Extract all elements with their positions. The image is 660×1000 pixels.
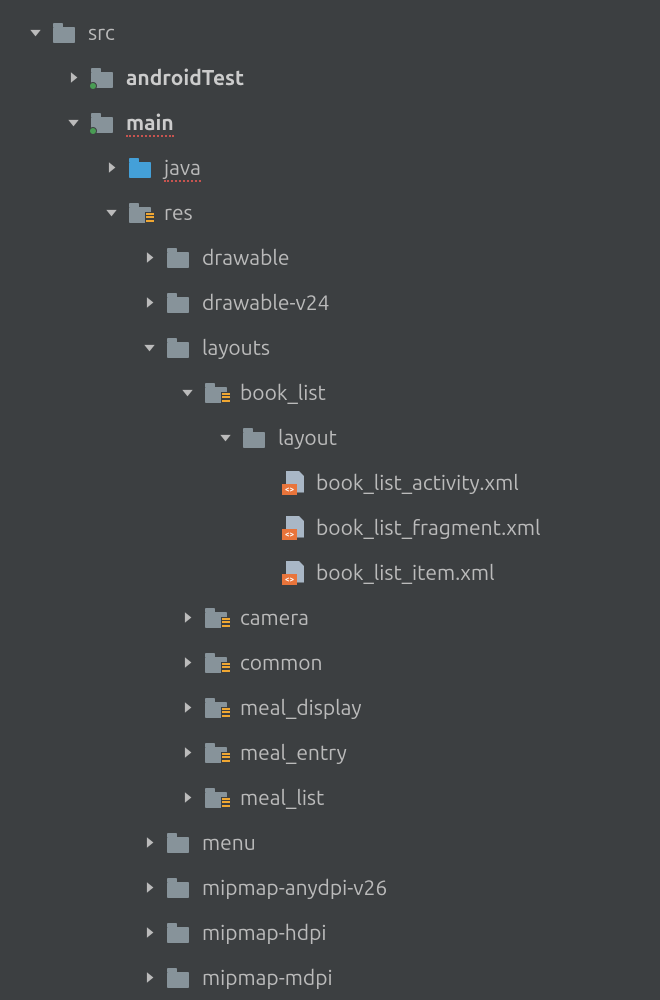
expand-arrow-right-icon[interactable] (138, 292, 160, 314)
tree-item-label: layout (278, 427, 337, 448)
expand-arrow-right-icon[interactable] (138, 877, 160, 899)
resource-folder-icon (128, 200, 154, 226)
resource-folder-icon (204, 740, 230, 766)
expand-arrow-right-icon[interactable] (176, 742, 198, 764)
expand-arrow-right-icon[interactable] (176, 652, 198, 674)
project-tree: src androidTest main java res drawable drawabl… (0, 10, 660, 1000)
folder-icon (166, 920, 192, 946)
arrow-placeholder (252, 517, 274, 539)
tree-item-label: meal_display (240, 697, 362, 718)
tree-item-label: mipmap-hdpi (202, 922, 326, 943)
tree-item[interactable]: meal_entry (0, 730, 660, 775)
expand-arrow-down-icon[interactable] (214, 427, 236, 449)
resource-folder-icon (204, 380, 230, 406)
tree-item-label: book_list_fragment.xml (316, 517, 541, 538)
tree-item-label: meal_list (240, 787, 324, 808)
expand-arrow-right-icon[interactable] (138, 247, 160, 269)
tree-item-label: drawable-v24 (202, 292, 329, 313)
expand-arrow-right-icon[interactable] (62, 67, 84, 89)
tree-item[interactable]: main (0, 100, 660, 145)
tree-item-label: camera (240, 607, 309, 628)
tree-item[interactable]: meal_list (0, 775, 660, 820)
tree-item-label: book_list_activity.xml (316, 472, 519, 493)
folder-icon (166, 875, 192, 901)
tree-item[interactable]: meal_display (0, 685, 660, 730)
resource-folder-icon (204, 785, 230, 811)
source-folder-icon (90, 110, 116, 136)
tree-item-label: layouts (202, 337, 270, 358)
tree-item-label: book_list_item.xml (316, 562, 495, 583)
arrow-placeholder (252, 472, 274, 494)
tree-item[interactable]: layouts (0, 325, 660, 370)
expand-arrow-right-icon[interactable] (176, 607, 198, 629)
tree-item[interactable]: book_list (0, 370, 660, 415)
resource-folder-icon (204, 695, 230, 721)
tree-item[interactable]: drawable (0, 235, 660, 280)
tree-item[interactable]: layout (0, 415, 660, 460)
tree-item[interactable]: common (0, 640, 660, 685)
tree-item[interactable]: androidTest (0, 55, 660, 100)
expand-arrow-down-icon[interactable] (100, 202, 122, 224)
tree-item-label: main (126, 112, 174, 133)
tree-item-label: meal_entry (240, 742, 347, 763)
tree-item[interactable]: java (0, 145, 660, 190)
resource-folder-icon (204, 650, 230, 676)
tree-item[interactable]: drawable-v24 (0, 280, 660, 325)
folder-icon (166, 290, 192, 316)
package-folder-icon (128, 155, 154, 181)
tree-item-label: mipmap-anydpi-v26 (202, 877, 387, 898)
tree-item[interactable]: <> book_list_activity.xml (0, 460, 660, 505)
tree-item-label: drawable (202, 247, 289, 268)
xml-file-icon: <> (280, 515, 306, 541)
resource-folder-icon (204, 605, 230, 631)
tree-item-label: src (88, 22, 115, 43)
tree-item[interactable]: mipmap-hdpi (0, 910, 660, 955)
xml-file-icon: <> (280, 470, 306, 496)
expand-arrow-right-icon[interactable] (100, 157, 122, 179)
tree-item[interactable]: res (0, 190, 660, 235)
tree-item[interactable]: mipmap-anydpi-v26 (0, 865, 660, 910)
folder-icon (242, 425, 268, 451)
expand-arrow-right-icon[interactable] (138, 922, 160, 944)
expand-arrow-right-icon[interactable] (176, 787, 198, 809)
source-folder-icon (90, 65, 116, 91)
tree-item-label: java (164, 157, 201, 178)
tree-item-label: androidTest (126, 67, 244, 88)
xml-file-icon: <> (280, 560, 306, 586)
expand-arrow-down-icon[interactable] (24, 22, 46, 44)
tree-item-label: common (240, 652, 323, 673)
folder-icon (166, 245, 192, 271)
expand-arrow-down-icon[interactable] (138, 337, 160, 359)
expand-arrow-down-icon[interactable] (62, 112, 84, 134)
tree-item[interactable]: <> book_list_item.xml (0, 550, 660, 595)
tree-item[interactable]: camera (0, 595, 660, 640)
tree-item[interactable]: menu (0, 820, 660, 865)
folder-icon (166, 830, 192, 856)
tree-item-label: res (164, 202, 193, 223)
arrow-placeholder (252, 562, 274, 584)
tree-item-label: menu (202, 832, 256, 853)
tree-item[interactable]: src (0, 10, 660, 55)
folder-icon (52, 20, 78, 46)
tree-item-label: book_list (240, 382, 326, 403)
folder-icon (166, 335, 192, 361)
expand-arrow-right-icon[interactable] (176, 697, 198, 719)
expand-arrow-down-icon[interactable] (176, 382, 198, 404)
expand-arrow-right-icon[interactable] (138, 832, 160, 854)
tree-item[interactable]: <> book_list_fragment.xml (0, 505, 660, 550)
